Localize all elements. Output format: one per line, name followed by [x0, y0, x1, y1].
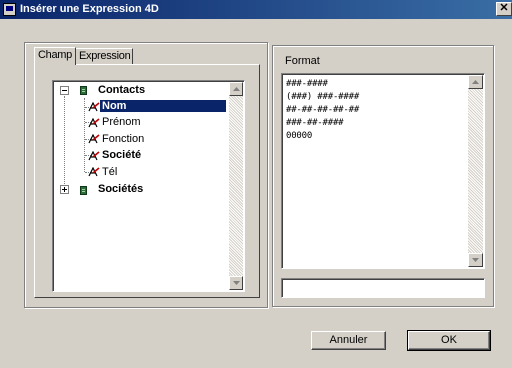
field-icon — [88, 118, 100, 128]
format-label: Format — [285, 55, 320, 67]
tree-field-nom[interactable]: Nom — [100, 100, 226, 112]
tree-connector — [84, 98, 85, 172]
title-bar[interactable]: Insérer une Expression 4D ✕ — [0, 0, 512, 19]
format-item[interactable]: ###-##-#### — [286, 118, 344, 128]
tree-scrollbar[interactable] — [229, 82, 243, 290]
tree-field-societe[interactable]: Société — [102, 149, 141, 161]
close-icon[interactable]: ✕ — [496, 2, 512, 16]
format-item[interactable]: ###-#### — [286, 79, 328, 89]
table-icon — [80, 86, 87, 95]
arrow-down-icon — [233, 281, 240, 285]
arrow-up-icon — [233, 87, 240, 91]
arrow-up-icon — [472, 80, 479, 84]
tree-connector — [64, 96, 65, 190]
format-scroll-down-button[interactable] — [468, 253, 483, 267]
tree-field-fonction[interactable]: Fonction — [102, 133, 144, 145]
field-icon — [88, 134, 100, 144]
field-icon — [88, 167, 100, 177]
table-icon — [80, 186, 87, 195]
tree-field-prenom[interactable]: Prénom — [102, 116, 141, 128]
cancel-button[interactable]: Annuler — [311, 331, 386, 350]
plus-box-icon[interactable] — [60, 185, 69, 194]
app-window-icon — [3, 3, 16, 16]
ok-button[interactable]: OK — [407, 330, 491, 351]
field-icon — [88, 151, 100, 161]
format-item[interactable]: (###) ###-#### — [286, 92, 359, 102]
window-title: Insérer une Expression 4D — [20, 3, 159, 15]
tab-champ[interactable]: Champ — [34, 47, 76, 65]
format-item[interactable]: 00000 — [286, 131, 312, 141]
field-icon — [88, 102, 100, 112]
tree-scroll-up-button[interactable] — [229, 82, 243, 96]
arrow-down-icon — [472, 258, 479, 262]
tree-table-contacts[interactable]: Contacts — [98, 84, 145, 96]
tab-expression[interactable]: Expression — [75, 48, 133, 65]
format-list[interactable] — [281, 73, 485, 269]
format-input[interactable] — [281, 278, 485, 298]
format-scroll-up-button[interactable] — [468, 75, 483, 89]
tree-scroll-down-button[interactable] — [229, 276, 243, 290]
format-scrollbar[interactable] — [468, 75, 483, 267]
tree-table-societes[interactable]: Sociétés — [98, 183, 143, 195]
format-item[interactable]: ##-##-##-##-## — [286, 105, 359, 115]
tree-field-tel[interactable]: Tél — [102, 166, 117, 178]
minus-box-icon[interactable] — [60, 86, 69, 95]
